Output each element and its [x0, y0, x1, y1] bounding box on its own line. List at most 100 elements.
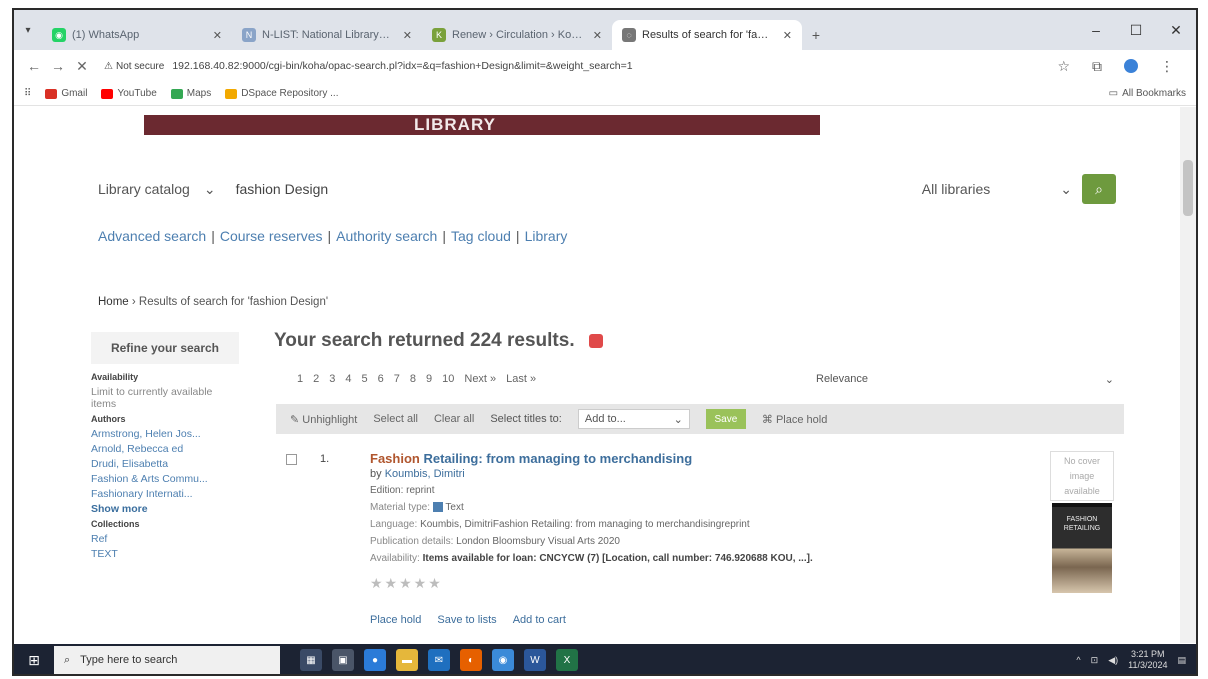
book-cover-image[interactable]: FASHION RETAILING — [1052, 507, 1112, 593]
chrome-active-icon[interactable]: ◉ — [492, 649, 514, 671]
security-indicator[interactable]: ⚠ Not secure — [104, 61, 164, 72]
tab-whatsapp[interactable]: ◉ (1) WhatsApp ✕ — [42, 20, 232, 50]
network-icon[interactable]: ⊡ — [1091, 655, 1099, 666]
facet-author[interactable]: Drudi, Elisabetta — [91, 458, 239, 470]
page-link[interactable]: 4 — [345, 373, 351, 385]
new-tab-button[interactable]: + — [802, 20, 830, 50]
rating-stars[interactable]: ★★★★★ — [370, 575, 1020, 592]
record-title-link[interactable]: Fashion Retailing: from managing to merc… — [370, 451, 1020, 466]
page-link[interactable]: 7 — [394, 373, 400, 385]
page-link[interactable]: 5 — [362, 373, 368, 385]
page-link[interactable]: 2 — [313, 373, 319, 385]
breadcrumb-home[interactable]: Home — [98, 296, 129, 308]
tab-search-icon[interactable]: ▾ — [14, 14, 42, 46]
sort-select[interactable]: Relevance ⌄ — [816, 373, 1114, 386]
authority-search-link[interactable]: Authority search — [336, 228, 437, 244]
author-link[interactable]: Koumbis, Dimitri — [385, 468, 465, 480]
close-icon[interactable]: ✕ — [403, 29, 412, 42]
bookmark-star-icon[interactable]: ☆ — [1057, 58, 1070, 75]
bookmark-dspace[interactable]: DSpace Repository ... — [225, 88, 338, 99]
facet-availability-link[interactable]: Limit to currently available items — [91, 386, 239, 410]
bookmark-maps[interactable]: Maps — [170, 88, 211, 99]
catalog-select[interactable]: Library catalog ⌄ — [98, 181, 216, 198]
stop-icon[interactable]: ✕ — [70, 58, 94, 75]
apps-grid-icon[interactable]: ⠿ — [24, 88, 31, 99]
forward-icon[interactable]: → — [46, 58, 70, 74]
facet-author[interactable]: Fashionary Internati... — [91, 488, 239, 500]
koha-icon: K — [432, 28, 446, 42]
facet-author[interactable]: Fashion & Arts Commu... — [91, 473, 239, 485]
rss-icon[interactable] — [588, 334, 603, 348]
facet-author[interactable]: Armstrong, Helen Jos... — [91, 428, 239, 440]
course-reserves-link[interactable]: Course reserves — [220, 228, 323, 244]
tag-cloud-link[interactable]: Tag cloud — [451, 228, 511, 244]
mail-icon[interactable]: ✉ — [428, 649, 450, 671]
advanced-search-link[interactable]: Advanced search — [98, 228, 206, 244]
facet-author[interactable]: Arnold, Rebecca ed — [91, 443, 239, 455]
more-searches-nav: Advanced search | Course reserves | Authorit… — [98, 228, 567, 244]
notifications-icon[interactable]: ▤ — [1177, 655, 1186, 666]
close-window-button[interactable]: ✕ — [1156, 22, 1196, 39]
minimize-button[interactable]: – — [1076, 22, 1116, 38]
record-availability: Availability: Items available for loan: … — [370, 552, 1020, 565]
library-link[interactable]: Library — [525, 228, 568, 244]
save-button[interactable]: Save — [705, 409, 746, 429]
page-link[interactable]: 3 — [329, 373, 335, 385]
maximize-button[interactable]: ☐ — [1116, 22, 1156, 39]
page-link[interactable]: 9 — [426, 373, 432, 385]
select-all-link[interactable]: Select all — [373, 413, 418, 425]
windows-start-icon[interactable]: ⊞ — [14, 652, 54, 669]
library-select[interactable]: All libraries ⌄ — [922, 181, 1072, 198]
excel-icon[interactable]: X — [556, 649, 578, 671]
volume-icon[interactable]: ◀) — [1108, 655, 1118, 666]
show-more-link[interactable]: Show more — [91, 503, 239, 515]
back-icon[interactable]: ← — [22, 58, 46, 74]
close-icon[interactable]: ✕ — [783, 29, 792, 42]
unhighlight-button[interactable]: ✎ Unhighlight — [290, 413, 357, 426]
all-bookmarks[interactable]: ▭ All Bookmarks — [1109, 88, 1186, 99]
tab-koha-renew[interactable]: K Renew › Circulation › Koha ✕ — [422, 20, 612, 50]
page-link[interactable]: 8 — [410, 373, 416, 385]
warning-icon: ⚠ — [104, 60, 113, 72]
tab-search-results[interactable]: ◌ Results of search for 'fashion D ✕ — [612, 20, 802, 50]
bookmark-gmail[interactable]: Gmail — [45, 88, 87, 99]
results-count-text: Your search returned 224 results. — [274, 330, 575, 351]
next-page-link[interactable]: Next » — [464, 373, 496, 385]
page-link[interactable]: 10 — [442, 373, 454, 385]
search-button[interactable]: ⌕ — [1082, 174, 1116, 204]
clear-all-link[interactable]: Clear all — [434, 413, 474, 425]
facet-collection[interactable]: TEXT — [91, 548, 239, 560]
facet-collection[interactable]: Ref — [91, 533, 239, 545]
chevron-up-icon[interactable]: ^ — [1076, 655, 1080, 665]
record-number: 1. — [320, 453, 330, 465]
close-icon[interactable]: ✕ — [593, 29, 602, 42]
taskbar-search-box[interactable]: ⌕ Type here to search — [54, 646, 280, 674]
url-field[interactable]: 192.168.40.82:9000/cgi-bin/koha/opac-sea… — [172, 60, 632, 72]
save-to-lists-link[interactable]: Save to lists — [437, 614, 496, 626]
clock[interactable]: 3:21 PM 11/3/2024 — [1128, 649, 1167, 671]
menu-dots-icon[interactable]: ⋮ — [1160, 58, 1174, 75]
record-place-hold-link[interactable]: Place hold — [370, 614, 421, 626]
page-link[interactable]: 6 — [378, 373, 384, 385]
calculator-icon[interactable]: ▣ — [332, 649, 354, 671]
word-icon[interactable]: W — [524, 649, 546, 671]
file-explorer-icon[interactable]: ▬ — [396, 649, 418, 671]
tab-label: (1) WhatsApp — [72, 29, 140, 41]
extensions-icon[interactable]: ⧉ — [1092, 58, 1102, 75]
chrome-icon[interactable]: ● — [364, 649, 386, 671]
task-view-icon[interactable]: ▦ — [300, 649, 322, 671]
record-checkbox[interactable] — [286, 454, 297, 465]
bookmark-youtube[interactable]: YouTube — [101, 88, 157, 99]
place-hold-button[interactable]: ⌘ Place hold — [762, 413, 827, 426]
scrollbar-thumb[interactable] — [1183, 160, 1193, 216]
profile-avatar[interactable] — [1124, 59, 1138, 73]
add-to-cart-link[interactable]: Add to cart — [513, 614, 566, 626]
search-icon: ⌕ — [64, 653, 71, 666]
firefox-icon[interactable]: ◐ — [460, 649, 482, 671]
separator: | — [211, 228, 215, 244]
tab-nlist[interactable]: N N-LIST: National Library and In ✕ — [232, 20, 422, 50]
search-input[interactable]: fashion Design — [236, 181, 329, 197]
last-page-link[interactable]: Last » — [506, 373, 536, 385]
close-icon[interactable]: ✕ — [213, 29, 222, 42]
add-to-select[interactable]: Add to... ⌄ — [577, 409, 690, 429]
